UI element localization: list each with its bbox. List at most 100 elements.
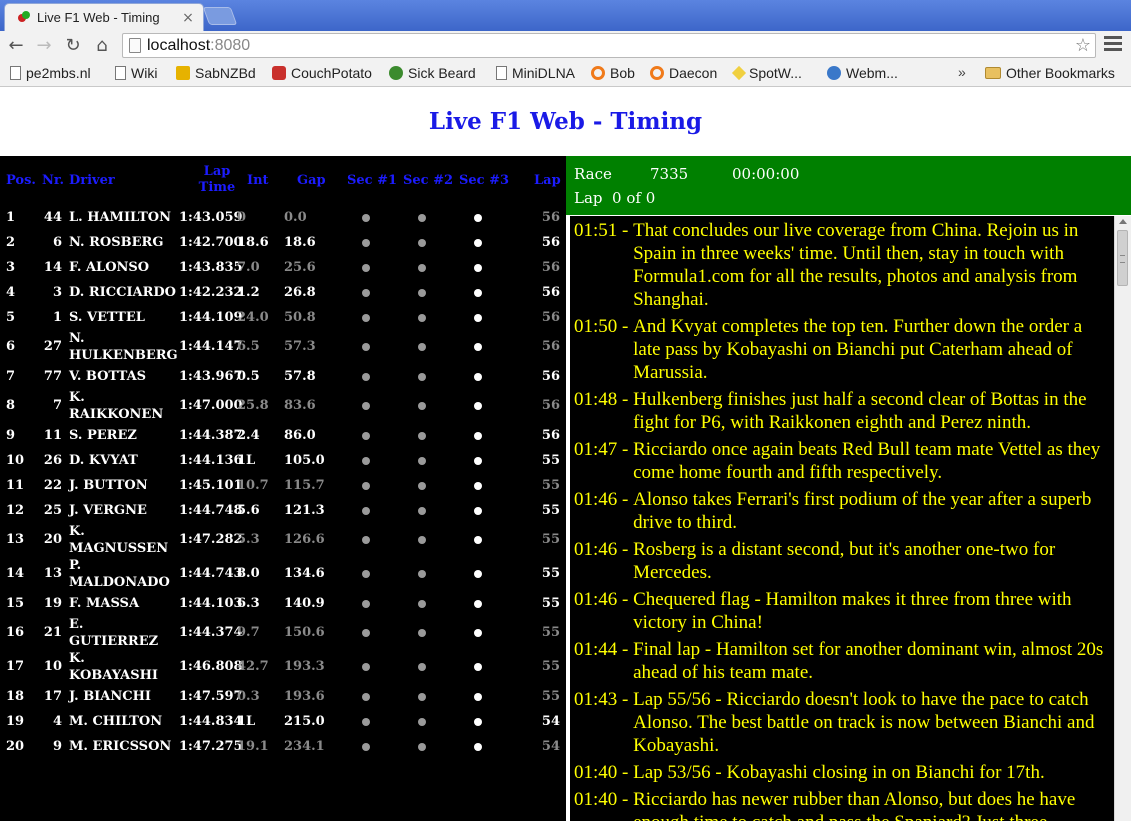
position-cell: 14 bbox=[6, 566, 25, 581]
new-tab-button[interactable] bbox=[202, 7, 238, 25]
sector1-dot bbox=[362, 343, 370, 351]
home-icon[interactable]: ⌂ bbox=[90, 34, 114, 58]
position-cell: 6 bbox=[6, 339, 16, 354]
interval-cell: 6.3 bbox=[237, 596, 260, 611]
bookmark-couchpotato[interactable]: CouchPotato bbox=[272, 65, 372, 81]
forward-arrow-icon[interactable]: → bbox=[32, 34, 56, 58]
lap-time-cell: 1:44.374 bbox=[179, 625, 243, 640]
commentary-text: Rosberg is a distant second, but it's an… bbox=[633, 539, 1056, 583]
url-host: localhost bbox=[147, 36, 211, 54]
bookmark-pe2mbs[interactable]: pe2mbs.nl bbox=[10, 65, 91, 81]
interval-cell: 19.1 bbox=[237, 739, 269, 754]
bookmark-sickbeard[interactable]: Sick Beard bbox=[389, 65, 476, 81]
sector2-dot bbox=[418, 239, 426, 247]
commentary-entry: 01:46 - Rosberg is a distant second, but… bbox=[574, 538, 1110, 584]
ring-icon bbox=[591, 66, 605, 80]
close-tab-icon[interactable]: × bbox=[179, 10, 197, 26]
sector3-dot bbox=[474, 457, 482, 465]
driver-cell: S. PEREZ bbox=[69, 428, 137, 443]
header-lap-time: Lap Time bbox=[198, 164, 236, 195]
lap-time-cell: 1:43.967 bbox=[179, 369, 243, 384]
more-bookmarks-chevron-icon[interactable]: » bbox=[958, 64, 966, 80]
laps-cell: 56 bbox=[541, 369, 560, 384]
sector1-dot bbox=[362, 264, 370, 272]
driver-cell: K. MAGNUSSEN bbox=[69, 524, 169, 556]
menu-icon[interactable] bbox=[1104, 36, 1122, 54]
sector1-dot bbox=[362, 402, 370, 410]
address-bar[interactable]: localhost:8080 ☆ bbox=[122, 33, 1096, 58]
sector2-dot bbox=[418, 457, 426, 465]
car-number-cell: 4 bbox=[52, 714, 62, 729]
scrollbar-thumb[interactable] bbox=[1117, 230, 1128, 286]
back-arrow-icon[interactable]: ← bbox=[4, 34, 28, 58]
bookmark-bob[interactable]: Bob bbox=[591, 65, 635, 81]
driver-cell: L. HAMILTON bbox=[69, 210, 171, 225]
lap-time-cell: 1:43.059 bbox=[179, 210, 243, 225]
bookmark-sabnzbd[interactable]: SabNZBd bbox=[176, 65, 256, 81]
commentary-time: 01:43 bbox=[574, 689, 618, 710]
timing-row: 5 1 S. VETTEL 1:44.109 24.0 50.8 56 bbox=[0, 305, 566, 330]
interval-cell: 25.8 bbox=[237, 398, 269, 413]
webmin-icon bbox=[827, 66, 841, 80]
car-number-cell: 13 bbox=[43, 566, 62, 581]
sabnzbd-icon bbox=[176, 66, 190, 80]
header-sec1: Sec #1 bbox=[347, 173, 398, 188]
lap-time-cell: 1:47.000 bbox=[179, 398, 243, 413]
car-number-cell: 25 bbox=[43, 503, 62, 518]
commentary-time: 01:46 bbox=[574, 589, 618, 610]
browser-tab[interactable]: Live F1 Web - Timing × bbox=[4, 3, 204, 31]
timing-row: 3 14 F. ALONSO 1:43.835 7.0 25.6 56 bbox=[0, 255, 566, 280]
sector1-dot bbox=[362, 432, 370, 440]
driver-cell: N. HULKENBERG bbox=[69, 331, 178, 363]
sector2-dot bbox=[418, 289, 426, 297]
sector3-dot bbox=[474, 663, 482, 671]
sector3-dot bbox=[474, 570, 482, 578]
commentary-text: Chequered flag - Hamilton makes it three… bbox=[633, 589, 1072, 633]
position-cell: 20 bbox=[6, 739, 25, 754]
commentary-text: Alonso takes Ferrari's first podium of t… bbox=[633, 489, 1092, 533]
sector3-dot bbox=[474, 600, 482, 608]
sector1-dot bbox=[362, 693, 370, 701]
laps-cell: 56 bbox=[541, 210, 560, 225]
sector1-dot bbox=[362, 629, 370, 637]
commentary-feed[interactable]: 01:51 - That concludes our live coverage… bbox=[570, 216, 1114, 821]
sector2-dot bbox=[418, 536, 426, 544]
commentary-entry: 01:40 - Ricciardo has newer rubber than … bbox=[574, 788, 1110, 821]
reload-icon[interactable]: ↻ bbox=[61, 34, 85, 58]
bookmark-star-icon[interactable]: ☆ bbox=[1075, 35, 1091, 56]
position-cell: 12 bbox=[6, 503, 25, 518]
timing-row: 19 4 M. CHILTON 1:44.834 1L 215.0 54 bbox=[0, 709, 566, 734]
car-number-cell: 19 bbox=[43, 596, 62, 611]
sector2-dot bbox=[418, 743, 426, 751]
gap-cell: 150.6 bbox=[284, 625, 325, 640]
commentary-time: 01:51 bbox=[574, 220, 618, 241]
bookmark-spotweb[interactable]: SpotW... bbox=[731, 65, 802, 81]
commentary-time: 01:48 bbox=[574, 389, 618, 410]
lap-time-cell: 1:44.136 bbox=[179, 453, 243, 468]
interval-cell: 0 bbox=[237, 210, 247, 225]
commentary-separator: - bbox=[617, 789, 634, 810]
interval-cell: 1.2 bbox=[237, 285, 260, 300]
sector1-dot bbox=[362, 600, 370, 608]
driver-cell: J. BUTTON bbox=[69, 478, 148, 493]
timing-row: 20 9 M. ERICSSON 1:47.275 19.1 234.1 54 bbox=[0, 734, 566, 759]
commentary-time: 01:40 bbox=[574, 789, 618, 810]
cherry-favicon-icon bbox=[17, 10, 31, 25]
lap-time-cell: 1:44.147 bbox=[179, 339, 243, 354]
commentary-time: 01:44 bbox=[574, 639, 618, 660]
sector3-dot bbox=[474, 264, 482, 272]
timing-table: Pos. Nr. Driver Lap Time Int Gap Sec #1 … bbox=[0, 156, 566, 821]
driver-cell: K. RAIKKONEN bbox=[69, 390, 164, 422]
commentary-text: And Kvyat completes the top ten. Further… bbox=[633, 316, 1083, 383]
bookmark-wiki[interactable]: Wiki bbox=[115, 65, 157, 81]
bookmark-daecon[interactable]: Daecon bbox=[650, 65, 717, 81]
bookmark-webmin[interactable]: Webm... bbox=[827, 65, 898, 81]
bookmark-minidlna[interactable]: MiniDLNA bbox=[496, 65, 575, 81]
laps-cell: 56 bbox=[541, 260, 560, 275]
sector1-dot bbox=[362, 373, 370, 381]
other-bookmarks-button[interactable]: Other Bookmarks bbox=[985, 65, 1115, 81]
commentary-scrollbar[interactable] bbox=[1114, 216, 1131, 821]
car-number-cell: 3 bbox=[52, 285, 62, 300]
commentary-separator: - bbox=[617, 689, 634, 710]
scroll-up-arrow-icon[interactable] bbox=[1119, 219, 1127, 224]
